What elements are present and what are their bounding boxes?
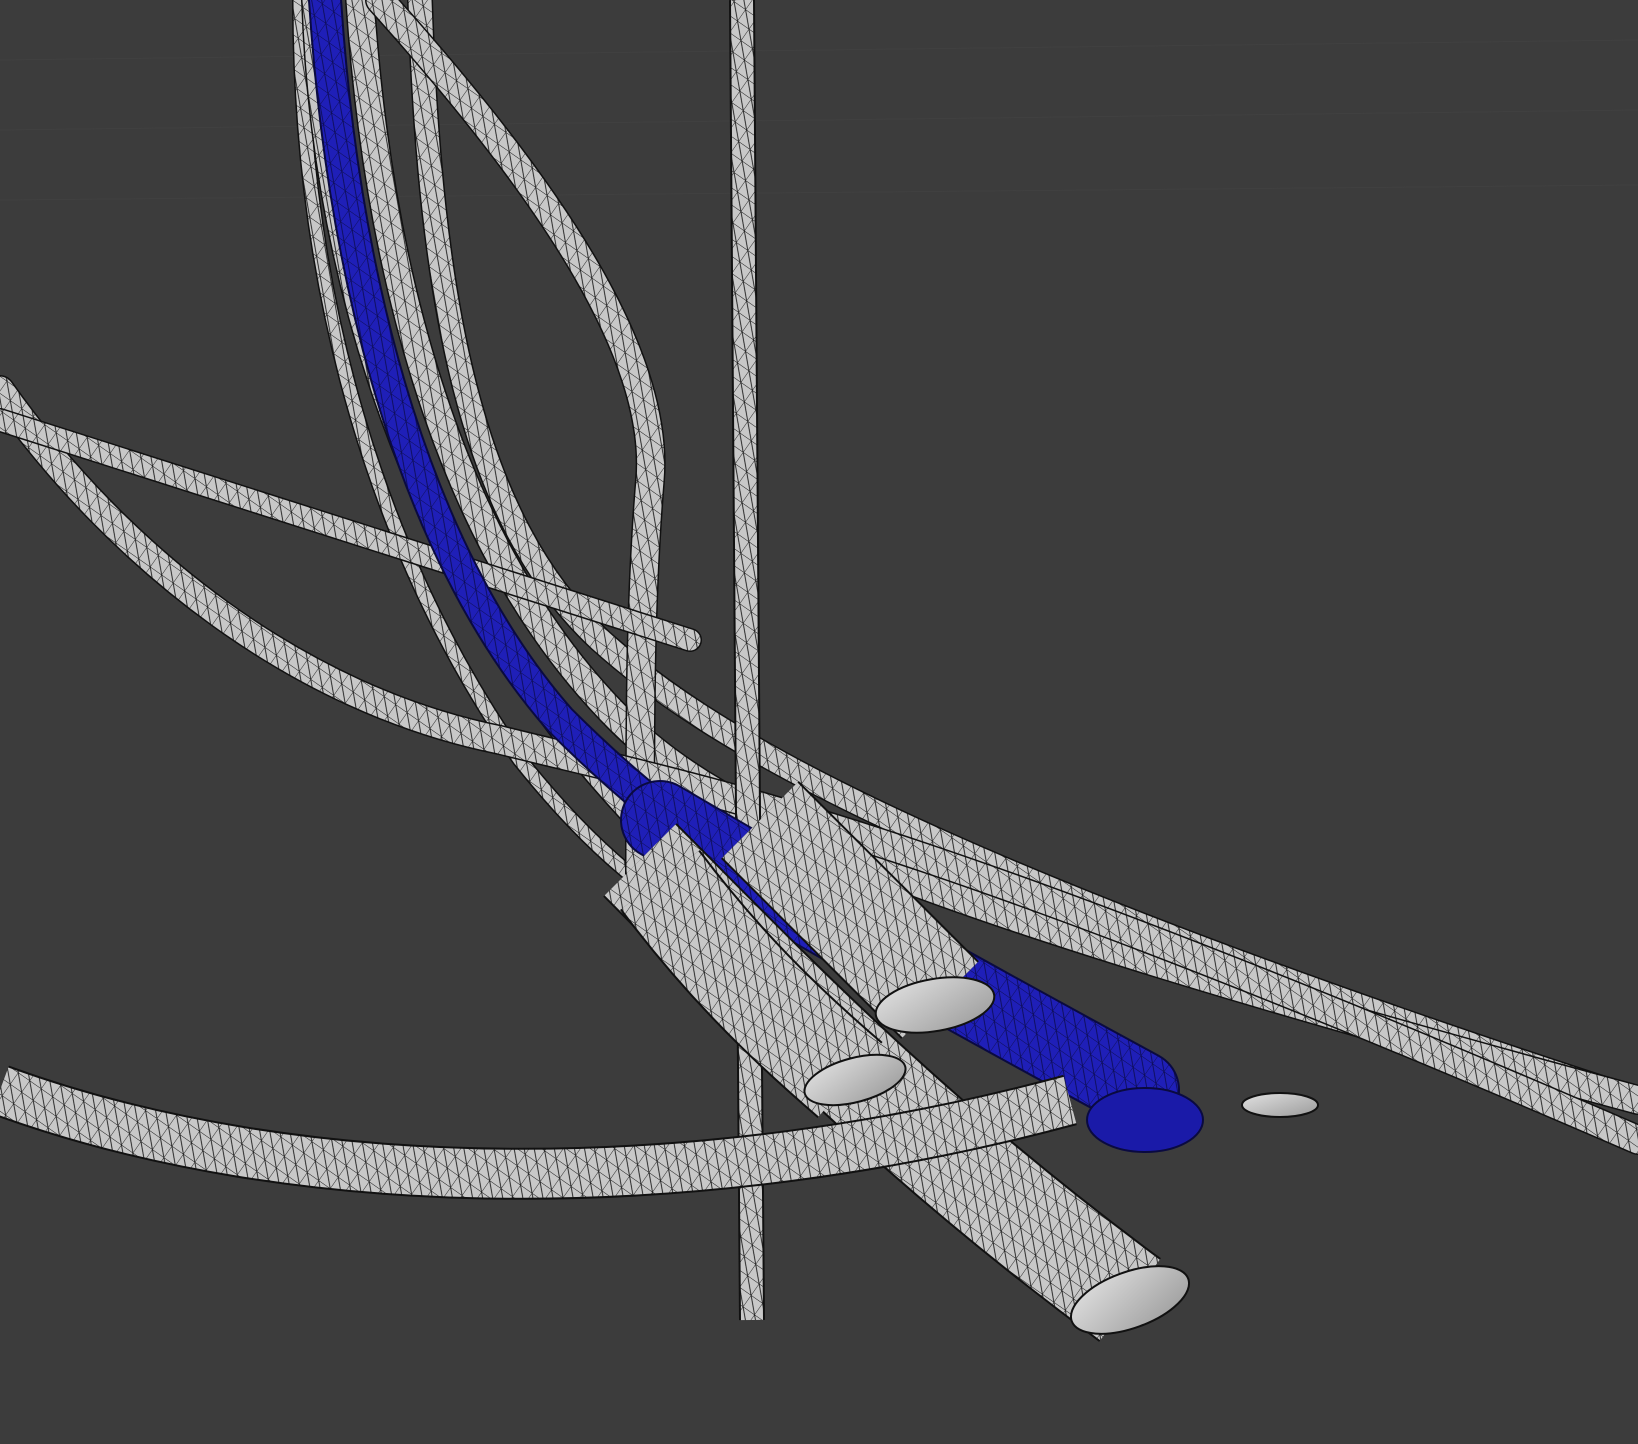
- wireframe-vessel-scene: [0, 0, 1638, 1342]
- background-grid: [0, 39, 1638, 201]
- small-cap: [1241, 1092, 1319, 1118]
- vertical-rod: [729, 0, 765, 1321]
- 3d-viewport[interactable]: [0, 0, 1638, 1444]
